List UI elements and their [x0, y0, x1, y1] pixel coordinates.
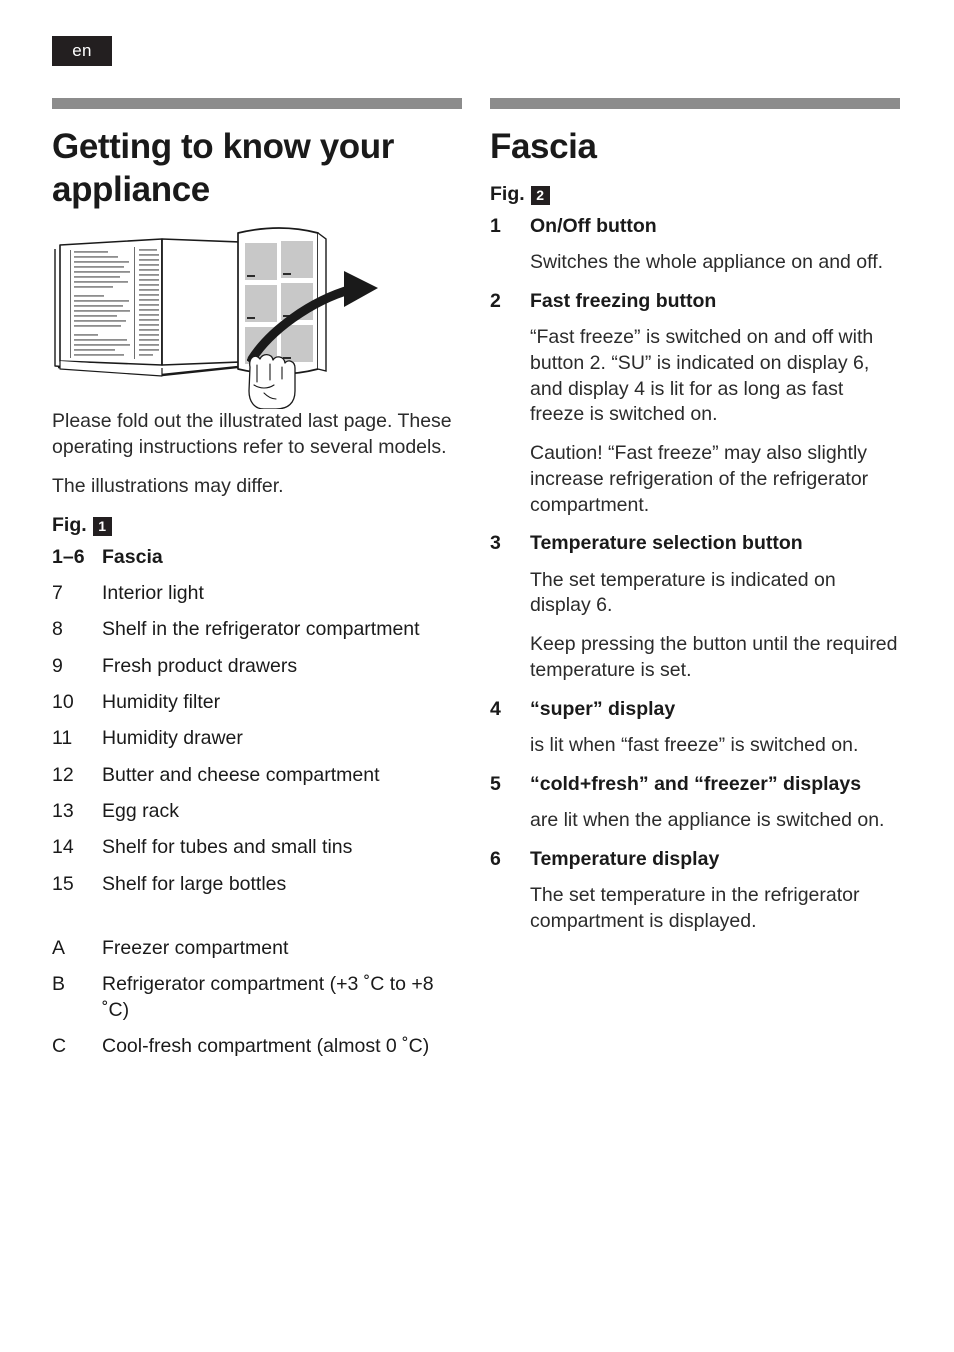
list-item: B Refrigerator compartment (+3 ˚C to +8 … — [52, 972, 462, 1023]
fascia-entry-label: On/Off button — [530, 214, 657, 237]
list-item-number: 1–6 — [52, 545, 85, 568]
fascia-entry: 2 Fast freezing button “Fast freeze” is … — [490, 289, 900, 518]
list-item-number: 9 — [52, 654, 63, 677]
figure-label: Fig. — [490, 182, 525, 205]
fascia-entry-body: The set temperature in the refrigerator … — [530, 883, 900, 934]
list-item-label: Shelf for tubes and small tins — [102, 836, 353, 859]
fascia-entry-label: Fast freezing button — [530, 289, 717, 312]
fascia-entry-number: 6 — [490, 847, 501, 870]
figure-label: Fig. — [52, 513, 87, 536]
list-item-number: 13 — [52, 799, 74, 822]
list-item-number: C — [52, 1035, 67, 1058]
list-item: 8 Shelf in the refrigerator compartment — [52, 617, 462, 642]
fascia-entry-paragraph: Caution! “Fast freeze” may also slightly… — [530, 442, 869, 516]
figure-reference-right: Fig. 2 — [490, 183, 900, 206]
intro-paragraph: Please fold out the illustrated last pag… — [52, 410, 452, 459]
list-item-label: Freezer compartment — [102, 937, 289, 960]
list-item-number: B — [52, 973, 66, 996]
fascia-entry: 3 Temperature selection button The set t… — [490, 531, 900, 683]
list-item-label: Shelf in the refrigerator compartment — [102, 618, 420, 641]
fascia-entry-number: 1 — [490, 214, 501, 237]
fascia-entry-paragraph: “Fast freeze” is switched on and off wit… — [530, 326, 874, 426]
fascia-entry-body: The set temperature is indicated on disp… — [530, 568, 900, 684]
list-item-number: 7 — [52, 581, 63, 604]
list-item: 11 Humidity drawer — [52, 726, 462, 751]
list-item-number: 12 — [52, 763, 74, 786]
fold-out-page-illustration — [52, 219, 412, 411]
fascia-entry-number: 5 — [490, 772, 501, 795]
list-item: A Freezer compartment — [52, 936, 462, 961]
list-item-number: 11 — [52, 727, 73, 750]
note-paragraph: The illustrations may differ. — [52, 474, 284, 497]
list-item: 1–6 Fascia — [52, 545, 462, 570]
list-item-number: 10 — [52, 690, 74, 713]
list-item-label: Humidity filter — [102, 690, 221, 713]
list-item-number: A — [52, 937, 66, 960]
list-item-label: Egg rack — [102, 799, 179, 822]
fascia-entry-paragraph: Switches the whole appliance on and off. — [530, 251, 884, 274]
list-item: 12 Butter and cheese compartment — [52, 763, 462, 788]
fascia-entry-paragraph: is lit when “fast freeze” is switched on… — [530, 733, 859, 756]
fascia-entry-label: “super” display — [530, 697, 676, 720]
fascia-entry-paragraph: Keep pressing the button until the requi… — [530, 633, 898, 681]
fascia-entry: 6 Temperature display The set temperatur… — [490, 847, 900, 935]
list-item: 13 Egg rack — [52, 799, 462, 824]
list-item: C Cool-fresh compartment (almost 0 ˚C) — [52, 1034, 462, 1059]
list-item-label: Shelf for large bottles — [102, 872, 287, 895]
list-item: 14 Shelf for tubes and small tins — [52, 835, 462, 860]
fascia-entry-body: Switches the whole appliance on and off. — [530, 250, 900, 276]
parts-index-list: 1–6 Fascia 7 Interior light 8 Shelf in t… — [52, 545, 462, 897]
list-item-number: 15 — [52, 872, 74, 895]
figure-number-badge: 1 — [92, 516, 112, 536]
fascia-entry-paragraph: The set temperature is indicated on disp… — [530, 568, 836, 617]
right-column: Fascia Fig. 2 1 On/Off button Switches t… — [490, 98, 900, 948]
fascia-entry-number: 4 — [490, 697, 501, 720]
compartments-index-list: A Freezer compartment B Refrigerator com… — [52, 936, 462, 1059]
fascia-entry-head: 5 “cold+fresh” and “freezer” displays — [490, 772, 900, 797]
fascia-entry-head: 3 Temperature selection button — [490, 531, 900, 556]
list-item-label: Butter and cheese compartment — [102, 763, 380, 786]
list-separator-gap — [52, 908, 462, 936]
fascia-entry-paragraph: are lit when the appliance is switched o… — [530, 808, 885, 831]
fascia-entry-paragraph: The set temperature in the refrigerator … — [530, 884, 860, 932]
fascia-entry: 5 “cold+fresh” and “freezer” displays ar… — [490, 772, 900, 834]
page-title-right: Fascia — [490, 127, 597, 166]
list-item: 7 Interior light — [52, 581, 462, 606]
list-item-number: 14 — [52, 836, 74, 859]
fascia-entry-number: 3 — [490, 532, 501, 555]
list-item-label: Interior light — [102, 581, 204, 604]
section-rule-right — [490, 98, 900, 109]
fascia-entry-head: 1 On/Off button — [490, 214, 900, 239]
figure-reference-left: Fig. 1 — [52, 514, 462, 537]
fascia-entry-label: Temperature selection button — [530, 532, 803, 555]
hand-illustration — [248, 354, 296, 411]
document-page: en Getting to know your appliance Please… — [0, 0, 954, 1352]
fascia-entry-head: 4 “super” display — [490, 697, 900, 722]
fascia-entry-body: are lit when the appliance is switched o… — [530, 808, 900, 834]
fascia-entry: 1 On/Off button Switches the whole appli… — [490, 214, 900, 276]
page-title-left: Getting to know your appliance — [52, 127, 394, 209]
list-item: 9 Fresh product drawers — [52, 654, 462, 679]
fascia-entry-body: “Fast freeze” is switched on and off wit… — [530, 325, 900, 518]
list-item: 15 Shelf for large bottles — [52, 872, 462, 897]
list-item-label: Refrigerator compartment (+3 ˚C to +8 ˚C… — [102, 973, 434, 1021]
fascia-entry: 4 “super” display is lit when “fast free… — [490, 697, 900, 759]
fascia-entry-head: 6 Temperature display — [490, 847, 900, 872]
language-tab: en — [52, 36, 112, 66]
list-item-label: Humidity drawer — [102, 727, 243, 750]
left-column: Getting to know your appliance Please fo… — [52, 98, 462, 1070]
fascia-entry-label: Temperature display — [530, 847, 720, 870]
list-item-number: 8 — [52, 618, 63, 641]
figure-number-badge: 2 — [530, 185, 550, 205]
fascia-entry-head: 2 Fast freezing button — [490, 289, 900, 314]
fascia-entry-label: “cold+fresh” and “freezer” displays — [530, 772, 862, 795]
list-item-label: Cool-fresh compartment (almost 0 ˚C) — [102, 1035, 430, 1058]
fascia-entry-number: 2 — [490, 289, 501, 312]
list-item-label: Fascia — [102, 545, 163, 568]
list-item: 10 Humidity filter — [52, 690, 462, 715]
fascia-entry-body: is lit when “fast freeze” is switched on… — [530, 733, 900, 759]
list-item-label: Fresh product drawers — [102, 654, 298, 677]
section-rule-left — [52, 98, 462, 109]
